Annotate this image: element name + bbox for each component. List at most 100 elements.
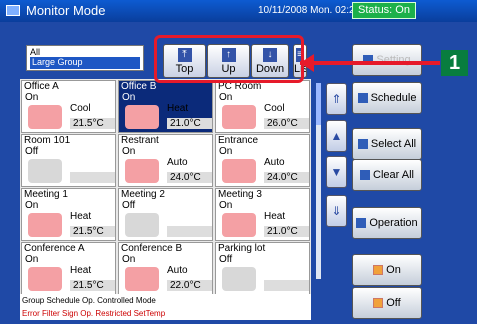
clear-all-button[interactable]: Clear All bbox=[352, 159, 422, 191]
select-all-button[interactable]: Select All bbox=[352, 128, 422, 160]
select-all-icon bbox=[357, 139, 368, 150]
unit-temp bbox=[70, 172, 115, 183]
unit-type-icon bbox=[222, 159, 256, 183]
group-selector[interactable]: All Large Group bbox=[26, 45, 144, 71]
monitor-icon bbox=[6, 5, 20, 16]
unit-grid: Office A On Cool 21.5°C Office B On Heat 21.0°C… bbox=[20, 79, 311, 295]
unit-type-icon bbox=[28, 213, 62, 237]
unit-temp: 21.5°C bbox=[70, 226, 115, 237]
monitor-screen: Monitor Mode 10/11/2008 Mon. 02:20 PM St… bbox=[0, 0, 477, 324]
down-icon: ▼ bbox=[330, 165, 343, 179]
double-down-icon: ⇓ bbox=[331, 204, 342, 218]
unit-mode: Heat bbox=[167, 103, 189, 114]
up-icon: ▲ bbox=[330, 129, 343, 143]
unit-temp: 26.0°C bbox=[264, 118, 309, 129]
unit-mode: Cool bbox=[264, 103, 285, 114]
unit-cell[interactable]: Office A On Cool 21.5°C bbox=[21, 80, 116, 133]
unit-state: On bbox=[122, 146, 136, 157]
on-button[interactable]: On bbox=[352, 254, 422, 286]
double-up-icon: ⇑ bbox=[331, 92, 342, 106]
unit-name: Parking lot bbox=[218, 243, 266, 254]
unit-name: Meeting 3 bbox=[218, 189, 262, 200]
unit-temp: 22.0°C bbox=[167, 280, 212, 291]
callout-arrow-icon bbox=[300, 54, 314, 72]
scroll-up-button[interactable]: ▲ bbox=[326, 120, 347, 152]
unit-state: On bbox=[122, 254, 136, 265]
off-icon bbox=[373, 298, 384, 309]
unit-mode: Cool bbox=[70, 103, 91, 114]
unit-type-icon bbox=[28, 105, 62, 129]
unit-type-icon bbox=[28, 267, 62, 291]
unit-temp bbox=[167, 226, 212, 237]
window-title: Monitor Mode bbox=[26, 3, 106, 18]
unit-temp: 21.0°C bbox=[167, 118, 212, 129]
unit-state: On bbox=[122, 92, 136, 103]
unit-mode: Auto bbox=[167, 265, 188, 276]
unit-state: Off bbox=[25, 146, 39, 157]
scroll-down-button[interactable]: ▼ bbox=[326, 156, 347, 188]
unit-mode: Auto bbox=[264, 157, 285, 168]
on-icon bbox=[373, 265, 384, 276]
unit-cell[interactable]: Conference A On Heat 21.5°C bbox=[21, 242, 116, 295]
title-bar: Monitor Mode 10/11/2008 Mon. 02:20 PM St… bbox=[0, 0, 477, 22]
unit-type-icon bbox=[125, 267, 159, 291]
operation-icon bbox=[356, 218, 367, 229]
group-all-label: All bbox=[30, 47, 41, 57]
group-selected-item[interactable]: Large Group bbox=[30, 57, 140, 69]
unit-cell[interactable]: Office B On Heat 21.0°C bbox=[118, 80, 213, 133]
unit-cell[interactable]: Meeting 1 On Heat 21.5°C bbox=[21, 188, 116, 241]
unit-name: Office A bbox=[24, 81, 59, 92]
callout-highlight bbox=[154, 35, 304, 83]
unit-mode: Heat bbox=[264, 211, 286, 222]
unit-name: Room 101 bbox=[24, 135, 71, 146]
unit-cell[interactable]: Meeting 3 On Heat 21.0°C bbox=[215, 188, 310, 241]
scroll-bottom-button[interactable]: ⇓ bbox=[326, 195, 347, 227]
unit-temp: 24.0°C bbox=[264, 172, 309, 183]
unit-cell[interactable]: Meeting 2 Off bbox=[118, 188, 213, 241]
unit-type-icon bbox=[222, 213, 256, 237]
unit-state: Off bbox=[122, 200, 136, 211]
unit-name: Restrant bbox=[121, 135, 159, 146]
schedule-icon bbox=[357, 93, 368, 104]
legend-line-1: Group Schedule Op. Controlled Mode bbox=[22, 296, 156, 305]
unit-temp: 21.5°C bbox=[70, 280, 115, 291]
off-button[interactable]: Off bbox=[352, 287, 422, 319]
setting-button[interactable]: Setting bbox=[352, 44, 422, 76]
unit-cell[interactable]: Restrant On Auto 24.0°C bbox=[118, 134, 213, 187]
unit-cell[interactable]: Conference B On Auto 22.0°C bbox=[118, 242, 213, 295]
unit-temp: 21.0°C bbox=[264, 226, 309, 237]
unit-cell[interactable]: Parking lot Off bbox=[215, 242, 310, 295]
unit-temp: 24.0°C bbox=[167, 172, 212, 183]
callout-arrow-shaft bbox=[300, 61, 440, 65]
status-badge: Status: On bbox=[352, 2, 416, 19]
clear-all-icon bbox=[360, 170, 371, 181]
unit-name: Conference B bbox=[121, 243, 183, 254]
unit-type-icon bbox=[125, 105, 159, 129]
unit-name: Meeting 1 bbox=[24, 189, 68, 200]
unit-state: On bbox=[25, 254, 39, 265]
scroll-top-button[interactable]: ⇑ bbox=[326, 83, 347, 115]
unit-state: Off bbox=[219, 254, 233, 265]
unit-mode: Auto bbox=[167, 157, 188, 168]
schedule-button[interactable]: Schedule bbox=[352, 82, 422, 114]
legend-line-2: Error Filter Sign Op. Restricted SetTemp bbox=[22, 309, 166, 318]
unit-temp bbox=[264, 280, 309, 291]
unit-temp: 21.5°C bbox=[70, 118, 115, 129]
callout-number: 1 bbox=[441, 50, 468, 76]
unit-cell[interactable]: PC Room On Cool 26.0°C bbox=[215, 80, 310, 133]
unit-mode: Heat bbox=[70, 211, 92, 222]
unit-name: Meeting 2 bbox=[121, 189, 165, 200]
unit-cell[interactable]: Room 101 Off bbox=[21, 134, 116, 187]
unit-cell[interactable]: Entrance On Auto 24.0°C bbox=[215, 134, 310, 187]
unit-type-icon bbox=[28, 159, 62, 183]
unit-type-icon bbox=[222, 267, 256, 291]
unit-mode: Heat bbox=[70, 265, 92, 276]
operation-button[interactable]: Operation bbox=[352, 207, 422, 239]
unit-type-icon bbox=[125, 159, 159, 183]
unit-state: On bbox=[25, 92, 39, 103]
unit-name: Entrance bbox=[218, 135, 259, 146]
unit-name: Conference A bbox=[24, 243, 85, 254]
unit-state: On bbox=[219, 200, 233, 211]
unit-state: On bbox=[219, 92, 233, 103]
scroll-thumb[interactable] bbox=[316, 83, 321, 125]
